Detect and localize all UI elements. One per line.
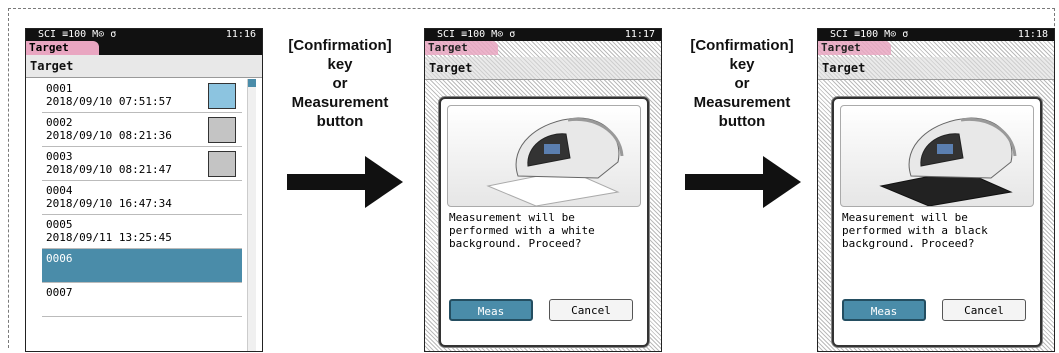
status-icons: SCI ≡100 M⊙ σ — [830, 29, 909, 40]
dialog-message: Measurement will be performed with a bla… — [842, 211, 988, 250]
status-icons: SCI ≡100 M⊙ σ — [38, 29, 117, 40]
caption-2: [Confirmation] key or Measurement button — [677, 36, 807, 131]
list-item[interactable]: 0005 2018/09/11 13:25:45 — [42, 215, 242, 249]
caption-2-line-4: Measurement — [693, 94, 791, 111]
right-arrow-icon — [685, 156, 801, 208]
status-time: 11:16 — [225, 29, 256, 40]
item-id: 0007 — [46, 286, 73, 299]
status-bar: SCI ≡100 M⊙ σ 11:18 — [818, 29, 1054, 41]
status-time: 11:18 — [1017, 29, 1048, 40]
caption-2-line-2: key — [729, 56, 755, 73]
black-background-screen: SCI ≡100 M⊙ σ 11:18 Target Target Measur… — [817, 28, 1055, 352]
color-swatch — [208, 151, 236, 177]
item-id: 0004 — [46, 184, 73, 197]
target-list: 0001 2018/09/10 07:51:57 0002 2018/09/10 08… — [26, 79, 262, 351]
list-item[interactable]: 0002 2018/09/10 08:21:36 — [42, 113, 242, 147]
target-list-screen: SCI ≡100 M⊙ σ 11:16 Target Target 0001 20… — [25, 28, 263, 352]
instrument-illustration — [840, 105, 1034, 207]
white-measure-dialog: Measurement will be performed with a whi… — [439, 97, 649, 347]
caption-1-line-5: button — [316, 113, 364, 130]
target-rows: 0001 2018/09/10 07:51:57 0002 2018/09/10 08… — [42, 79, 242, 317]
caption-2-line-5: button — [718, 113, 766, 130]
dialog-message: Measurement will be performed with a whi… — [449, 211, 595, 250]
black-measure-dialog: Measurement will be performed with a bla… — [832, 97, 1042, 347]
screen-header: Target — [818, 57, 1054, 80]
status-bar: SCI ≡100 M⊙ σ 11:16 — [26, 29, 262, 41]
list-item[interactable]: 0003 2018/09/10 08:21:47 — [42, 147, 242, 181]
list-scrollbar[interactable] — [247, 79, 256, 351]
tab-target: Target — [818, 41, 891, 55]
tab-row: Target — [425, 41, 661, 55]
screen-header: Target — [26, 55, 262, 78]
instrument-illustration — [447, 105, 641, 207]
color-swatch — [208, 117, 236, 143]
caption-2-line-3: or — [734, 75, 750, 92]
list-item[interactable]: 0007 — [42, 283, 242, 317]
right-arrow-icon — [287, 156, 403, 208]
item-id: 0006 — [46, 252, 73, 265]
tab-row: Target — [26, 41, 262, 55]
screen-header: Target — [425, 57, 661, 80]
caption-2-line-1: [Confirmation] — [690, 37, 794, 54]
status-time: 11:17 — [624, 29, 655, 40]
caption-1-line-2: key — [327, 56, 353, 73]
spectrophotometer-white-bg-icon — [486, 117, 624, 206]
list-item[interactable]: 0001 2018/09/10 07:51:57 — [42, 79, 242, 113]
caption-1: [Confirmation] key or Measurement button — [275, 36, 405, 131]
item-date: 2018/09/10 16:47:34 — [46, 197, 172, 210]
tab-row: Target — [818, 41, 1054, 55]
meas-button[interactable]: Meas — [842, 299, 926, 321]
color-swatch — [208, 83, 236, 109]
caption-1-line-1: [Confirmation] — [288, 37, 392, 54]
white-background-screen: SCI ≡100 M⊙ σ 11:17 Target Target Measur… — [424, 28, 662, 352]
cancel-button[interactable]: Cancel — [549, 299, 633, 321]
caption-1-line-3: or — [332, 75, 348, 92]
item-date: 2018/09/11 13:25:45 — [46, 231, 172, 244]
tab-target[interactable]: Target — [26, 41, 99, 55]
tab-target: Target — [425, 41, 498, 55]
list-margin — [26, 79, 42, 351]
caption-1-line-4: Measurement — [291, 94, 389, 111]
list-item[interactable]: 0004 2018/09/10 16:47:34 — [42, 181, 242, 215]
status-icons: SCI ≡100 M⊙ σ — [437, 29, 516, 40]
scrollbar-thumb[interactable] — [248, 79, 256, 87]
item-id: 0005 — [46, 218, 73, 231]
cancel-button[interactable]: Cancel — [942, 299, 1026, 321]
status-bar: SCI ≡100 M⊙ σ 11:17 — [425, 29, 661, 41]
meas-button[interactable]: Meas — [449, 299, 533, 321]
list-item[interactable]: 0006 — [42, 249, 242, 283]
spectrophotometer-black-bg-icon — [879, 117, 1017, 206]
